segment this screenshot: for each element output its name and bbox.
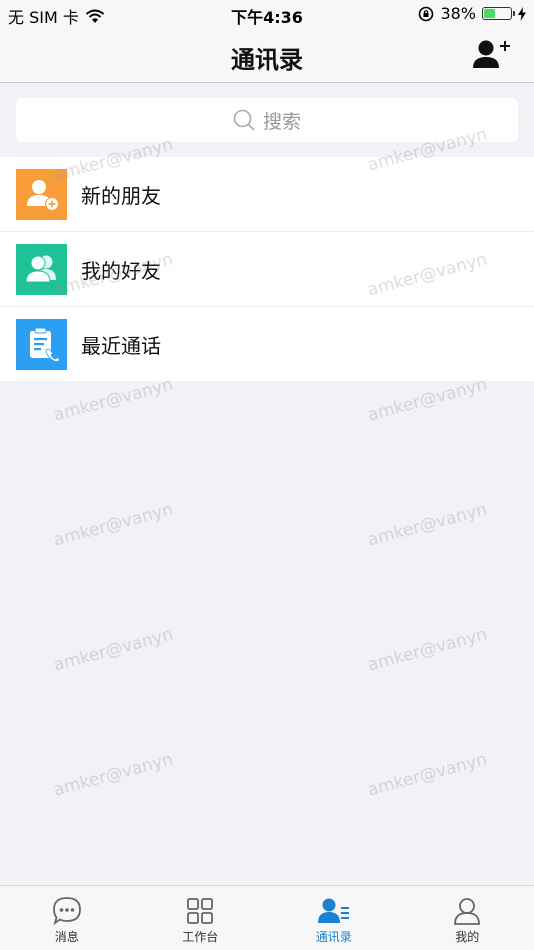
battery-level — [484, 9, 495, 18]
watermark: amker@vanyn — [365, 749, 490, 801]
tab-workbench[interactable]: 工作台 — [134, 886, 268, 950]
tab-label: 通讯录 — [315, 930, 352, 944]
status-right-group: 38% — [418, 4, 526, 23]
tab-label: 工作台 — [182, 930, 219, 944]
add-contact-icon — [473, 40, 510, 68]
watermark: amker@vanyn — [51, 374, 176, 426]
search-input[interactable]: 搜索 — [16, 98, 518, 142]
watermark: amker@vanyn — [365, 499, 490, 551]
tab-label: 消息 — [54, 930, 79, 944]
tab-profile[interactable]: 我的 — [401, 886, 534, 950]
watermark: amker@vanyn — [51, 499, 176, 551]
add-contact-button[interactable] — [472, 38, 512, 72]
battery-icon — [482, 7, 515, 20]
navigation-bar: 通讯录 — [0, 28, 534, 83]
orientation-lock-icon — [419, 6, 434, 21]
tab-messages[interactable]: 消息 — [0, 886, 134, 950]
list-item-new-friends[interactable]: 新的朋友 — [0, 157, 534, 232]
charging-bolt-icon — [518, 6, 526, 21]
tab-contacts[interactable]: 通讯录 — [267, 886, 401, 950]
recent-calls-icon — [16, 318, 67, 370]
status-bar: 无 SIM 卡 下午4:36 38% — [0, 0, 534, 28]
list-item-label: 最近通话 — [81, 333, 161, 358]
profile-icon — [454, 898, 481, 925]
watermark: amker@vanyn — [365, 374, 490, 426]
new-friend-icon — [16, 168, 67, 220]
page-title: 通讯录 — [231, 46, 303, 74]
contacts-icon — [317, 898, 349, 923]
list-item-label: 新的朋友 — [81, 183, 161, 208]
my-friends-icon — [16, 243, 67, 295]
tab-label: 我的 — [455, 930, 480, 944]
list-item-recent-calls[interactable]: 最近通话 — [0, 307, 534, 381]
watermark: amker@vanyn — [51, 749, 176, 801]
watermark: amker@vanyn — [51, 624, 176, 676]
list-item-my-friends[interactable]: 我的好友 — [0, 232, 534, 307]
watermark: amker@vanyn — [365, 624, 490, 676]
tab-bar: 消息 工作台 通讯录 我的 — [0, 885, 534, 950]
search-icon — [233, 109, 255, 131]
search-placeholder: 搜索 — [262, 110, 301, 133]
list-item-label: 我的好友 — [81, 258, 161, 283]
contacts-menu-list: 新的朋友 我的好友 最近通话 — [0, 157, 534, 381]
workbench-icon — [187, 898, 214, 924]
message-icon — [52, 897, 81, 926]
battery-percent: 38% — [440, 4, 476, 23]
